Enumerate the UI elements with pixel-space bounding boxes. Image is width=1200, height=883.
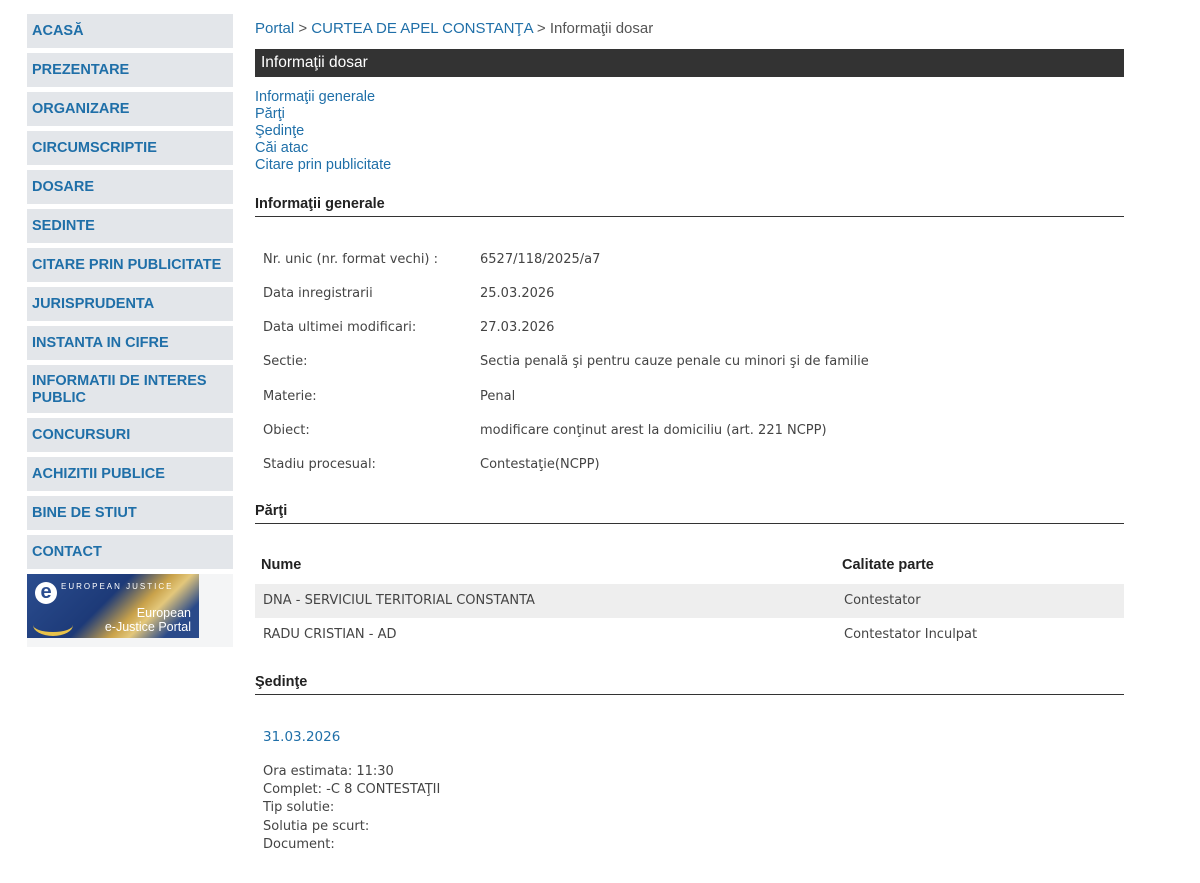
table-row: RADU CRISTIAN - AD Contestator Inculpat — [255, 618, 1124, 652]
nav-contact[interactable]: CONTACT — [27, 535, 233, 569]
party-role: Contestator Inculpat — [844, 627, 978, 642]
party-name: RADU CRISTIAN - AD — [263, 627, 397, 642]
nav-dosare[interactable]: DOSARE — [27, 170, 233, 204]
breadcrumb-current: Informaţii dosar — [549, 20, 654, 37]
breadcrumb-separator: > — [536, 20, 546, 37]
info-value: Contestaţie(NCPP) — [480, 457, 600, 472]
sedinta-solutia-pe-scurt: Solutia pe scurt: — [263, 818, 370, 834]
nav-achizitii-publice[interactable]: ACHIZITII PUBLICE — [27, 457, 233, 491]
info-label: Obiect: — [263, 423, 310, 438]
sedinta-document: Document: — [263, 836, 335, 852]
info-label: Nr. unic (nr. format vechi) : — [263, 252, 439, 267]
anchor-informatii-generale[interactable]: Informaţii generale — [255, 89, 391, 106]
anchor-parti[interactable]: Părţi — [255, 106, 391, 123]
nav-prezentare[interactable]: PREZENTARE — [27, 53, 233, 87]
info-value: 6527/118/2025/a7 — [480, 252, 601, 267]
sedinta-details: Ora estimata: 11:30 Complet: -C 8 CONTES… — [263, 763, 440, 854]
nav-citare-prin-publicitate[interactable]: CITARE PRIN PUBLICITATE — [27, 248, 233, 282]
info-label: Data ultimei modificari: — [263, 320, 417, 335]
section-anchor-links: Informaţii generale Părţi Şedinţe Căi at… — [255, 89, 391, 174]
ejustice-banner-text: European e-Justice Portal — [105, 606, 191, 634]
breadcrumb-portal[interactable]: Portal — [255, 20, 294, 37]
nav-concursuri[interactable]: CONCURSURI — [27, 418, 233, 452]
party-name: DNA - SERVICIUL TERITORIAL CONSTANTA — [263, 593, 535, 608]
table-row: DNA - SERVICIUL TERITORIAL CONSTANTA Con… — [255, 584, 1124, 618]
party-role: Contestator — [844, 593, 921, 608]
sidebar-nav: ACASĂ PREZENTARE ORGANIZARE CIRCUMSCRIPT… — [27, 14, 233, 647]
page-title: Informaţii dosar — [255, 49, 1124, 77]
ejustice-logo-icon: e — [35, 582, 57, 604]
ejustice-scales-icon — [33, 614, 73, 636]
breadcrumb: Portal > CURTEA DE APEL CONSTANŢA > Info… — [255, 20, 653, 37]
sedinta-date-link[interactable]: 31.03.2026 — [263, 729, 340, 745]
nav-organizare[interactable]: ORGANIZARE — [27, 92, 233, 126]
breadcrumb-court[interactable]: CURTEA DE APEL CONSTANŢA — [311, 20, 532, 37]
info-value: 27.03.2026 — [480, 320, 555, 335]
ejustice-banner-container: e EUROPEAN JUSTICE European e-Justice Po… — [27, 574, 233, 647]
ejustice-banner-line1: European — [136, 606, 191, 620]
info-label: Stadiu procesual: — [263, 457, 376, 472]
info-label: Sectie: — [263, 354, 308, 369]
info-value: 25.03.2026 — [480, 286, 555, 301]
anchor-citare-prin-publicitate[interactable]: Citare prin publicitate — [255, 157, 391, 174]
section-heading-sedinte: Şedinţe — [255, 674, 1124, 695]
section-heading-informatii-generale: Informaţii generale — [255, 196, 1124, 217]
sedinta-tip-solutie: Tip solutie: — [263, 800, 335, 816]
info-label: Materie: — [263, 389, 317, 404]
nav-instanta-in-cifre[interactable]: INSTANTA IN CIFRE — [27, 326, 233, 360]
sedinta-complet: Complet: -C 8 CONTESTAŢII — [263, 782, 441, 798]
nav-sedinte[interactable]: SEDINTE — [27, 209, 233, 243]
column-header-calitate-parte: Calitate parte — [842, 557, 934, 573]
nav-jurisprudenta[interactable]: JURISPRUDENTA — [27, 287, 233, 321]
ejustice-portal-banner[interactable]: e EUROPEAN JUSTICE European e-Justice Po… — [27, 574, 199, 638]
info-label: Data inregistrarii — [263, 286, 373, 301]
ejustice-banner-small-text: EUROPEAN JUSTICE — [61, 582, 174, 591]
nav-circumscriptie[interactable]: CIRCUMSCRIPTIE — [27, 131, 233, 165]
info-value: modificare conţinut arest la domiciliu (… — [480, 423, 827, 438]
nav-acasa[interactable]: ACASĂ — [27, 14, 233, 48]
info-value: Sectia penală şi pentru cauze penale cu … — [480, 354, 869, 369]
column-header-nume: Nume — [261, 557, 302, 573]
info-value: Penal — [480, 389, 516, 404]
anchor-cai-atac[interactable]: Căi atac — [255, 140, 391, 157]
ejustice-banner-line2: e-Justice Portal — [104, 620, 191, 634]
anchor-sedinte[interactable]: Şedinţe — [255, 123, 391, 140]
section-heading-parti: Părţi — [255, 503, 1124, 524]
nav-bine-de-stiut[interactable]: BINE DE STIUT — [27, 496, 233, 530]
sedinta-ora-estimata: Ora estimata: 11:30 — [263, 764, 394, 779]
breadcrumb-separator: > — [298, 20, 308, 37]
nav-informatii-interes-public[interactable]: INFORMATII DE INTERES PUBLIC — [27, 365, 233, 413]
